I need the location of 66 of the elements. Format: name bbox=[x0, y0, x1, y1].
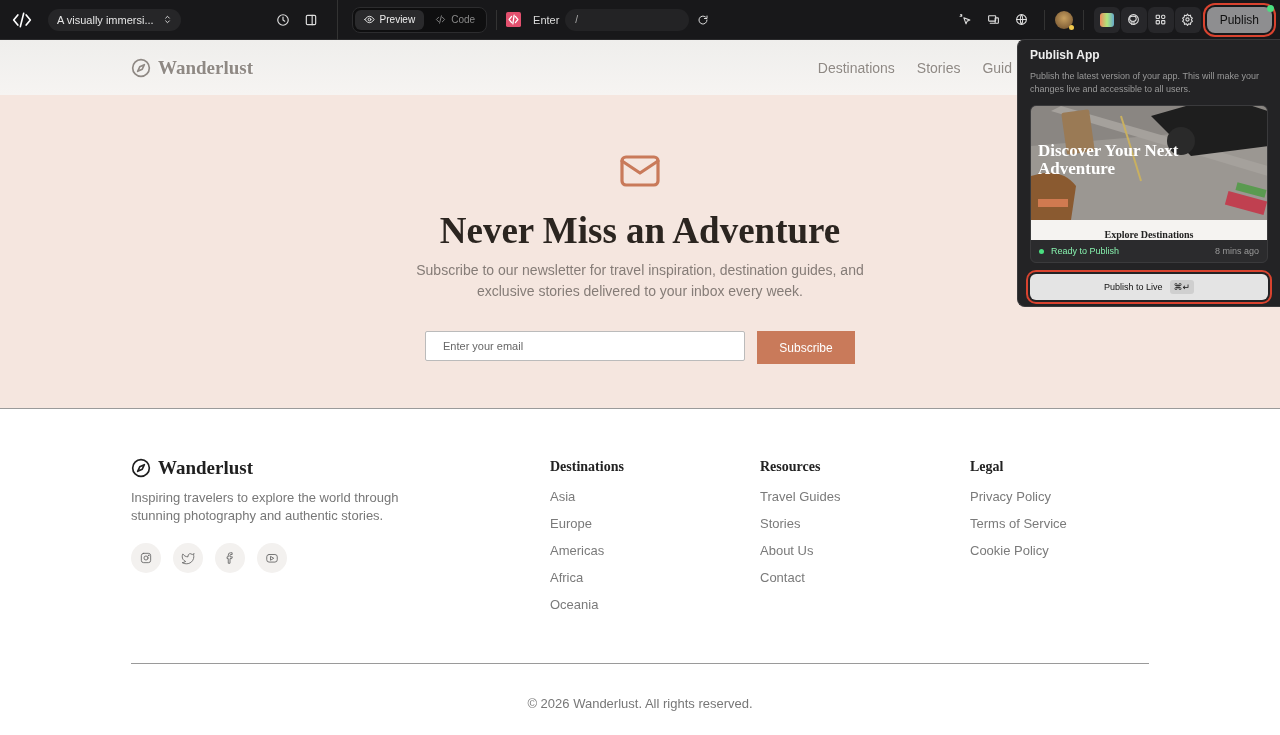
app-icon bbox=[506, 12, 522, 27]
integrations-button[interactable] bbox=[1147, 6, 1174, 33]
social-link[interactable] bbox=[257, 543, 287, 573]
section-title: Never Miss an Adventure bbox=[439, 209, 841, 252]
view-tab[interactable]: Code bbox=[426, 9, 485, 30]
app-button[interactable] bbox=[1093, 6, 1120, 33]
nav-link[interactable]: Destinations bbox=[817, 59, 895, 76]
footer-link[interactable]: Privacy Policy bbox=[970, 483, 1051, 510]
column-title: Legal bbox=[970, 459, 1005, 475]
footer-link[interactable]: Europe bbox=[550, 510, 592, 537]
last-updated: 8 mins ago bbox=[1214, 246, 1259, 256]
footer-link[interactable]: Travel Guides bbox=[760, 483, 841, 510]
footer-link[interactable]: Stories bbox=[760, 510, 801, 537]
route-field[interactable]: / bbox=[565, 8, 690, 31]
popover-description: Publish the latest version of your app. This will make your changes live and accessible to all users. bbox=[1030, 70, 1260, 96]
compass-icon bbox=[131, 57, 151, 78]
footer-link[interactable]: Terms of Service bbox=[970, 510, 1067, 537]
status-dot bbox=[1039, 248, 1044, 254]
tagline: Inspiring travelers to explore the world through stunning photography and authentic stories. bbox=[131, 489, 400, 525]
subscribe-button[interactable]: Subscribe bbox=[757, 331, 855, 364]
route-label: Enter bbox=[533, 13, 560, 26]
github-button[interactable] bbox=[1120, 6, 1147, 33]
footer-link[interactable]: Contact bbox=[760, 564, 805, 591]
popover-title: Publish App bbox=[1030, 48, 1101, 62]
status-dot bbox=[1267, 4, 1274, 12]
eye-icon bbox=[363, 14, 375, 25]
clock-icon bbox=[275, 12, 290, 27]
settings-button[interactable] bbox=[1174, 6, 1201, 33]
code-icon bbox=[435, 14, 447, 25]
globe-icon bbox=[1015, 13, 1029, 26]
copyright: © 2026 Wanderlust. All rights reserved. bbox=[526, 696, 754, 711]
devices-icon bbox=[987, 13, 1001, 26]
brand-name: Wanderlust bbox=[158, 457, 254, 479]
preview-heading: Discover Your Next Adventure bbox=[1038, 142, 1180, 178]
publish-status: Ready to Publish bbox=[1051, 246, 1120, 256]
bird-icon bbox=[181, 551, 195, 565]
project-selector[interactable]: A visually immersi... bbox=[48, 8, 181, 31]
cursor-icon bbox=[959, 13, 973, 26]
user-avatar[interactable] bbox=[1054, 10, 1073, 29]
column-title: Destinations bbox=[550, 459, 625, 475]
footer-link[interactable]: Cookie Policy bbox=[970, 537, 1049, 564]
social-link[interactable] bbox=[215, 543, 245, 573]
footer-link[interactable]: Oceania bbox=[550, 591, 599, 618]
instagram-icon bbox=[139, 551, 153, 565]
panel-icon bbox=[303, 12, 318, 27]
nav-link[interactable]: Stories bbox=[916, 59, 961, 76]
grid-icon bbox=[1154, 13, 1168, 26]
footer-link[interactable]: Asia bbox=[550, 483, 576, 510]
footer-link[interactable]: About Us bbox=[760, 537, 814, 564]
column-title: Resources bbox=[760, 459, 822, 475]
footer-link[interactable]: Africa bbox=[550, 564, 584, 591]
brand-name: Wanderlust bbox=[158, 56, 254, 79]
email-field[interactable]: Enter your email bbox=[425, 331, 745, 361]
video-play-icon bbox=[265, 551, 279, 565]
compass-icon bbox=[131, 458, 151, 478]
view-tab[interactable]: Preview bbox=[354, 9, 425, 30]
section-description: Subscribe to our newsletter for travel inspiration, destination guides, and exclusive stories delivered to your inbox every week. bbox=[415, 261, 865, 301]
refresh-icon bbox=[697, 13, 710, 26]
nav-link[interactable]: Guid bbox=[982, 59, 1012, 76]
social-link[interactable] bbox=[173, 543, 203, 573]
shortcut-hint: ⌘↵ bbox=[1169, 280, 1195, 294]
settings-icon bbox=[1181, 13, 1195, 26]
footer-link[interactable]: Americas bbox=[550, 537, 605, 564]
social-link[interactable] bbox=[131, 543, 161, 573]
preview-section-title: Explore Destinations bbox=[1104, 229, 1194, 240]
app-logo-icon bbox=[1099, 12, 1114, 27]
